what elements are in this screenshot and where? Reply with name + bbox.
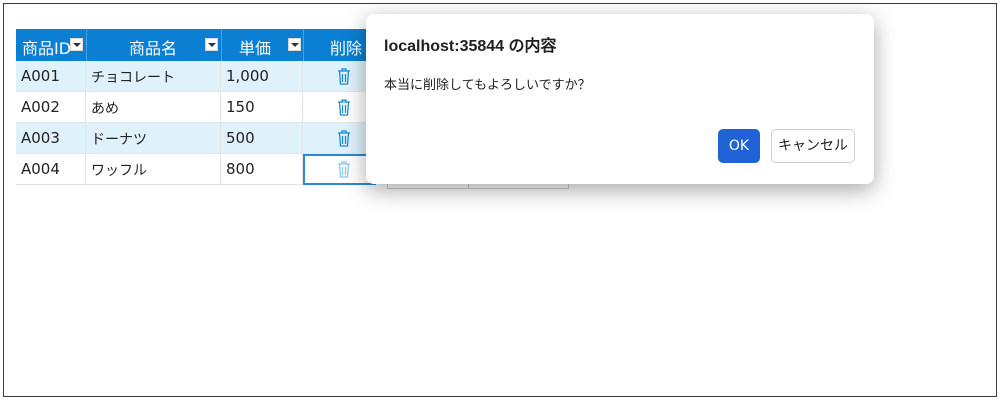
col-header-name-label: 商品名 (129, 39, 178, 58)
trash-icon[interactable] (336, 67, 352, 85)
col-header-price[interactable]: 単価 (221, 29, 304, 61)
confirm-dialog: localhost:35844 の内容 本当に削除してもよろしいですか？ OK … (366, 14, 874, 184)
cell-price[interactable]: 500 (221, 123, 303, 154)
cell-id[interactable]: A004 (16, 154, 86, 185)
cell-name-text: あめ (91, 101, 119, 117)
trash-icon[interactable] (336, 160, 352, 178)
cell-price-text: 800 (226, 160, 255, 178)
col-header-id-label: 商品ID (22, 39, 72, 58)
cell-price[interactable]: 800 (221, 154, 303, 185)
cell-id[interactable]: A001 (16, 61, 86, 92)
cell-id-text: A003 (21, 129, 60, 147)
cell-price[interactable]: 150 (221, 92, 303, 123)
col-header-id[interactable]: 商品ID (16, 29, 86, 61)
cancel-button[interactable]: キャンセル (771, 129, 855, 163)
cell-id-text: A004 (21, 160, 60, 178)
col-header-price-label: 単価 (239, 39, 272, 58)
cell-id-text: A002 (21, 98, 60, 116)
cell-id[interactable]: A002 (16, 92, 86, 123)
cell-name-text: ワッフル (91, 163, 147, 179)
cell-name-text: チョコレート (91, 70, 175, 86)
cell-name[interactable]: ドーナツ (86, 123, 221, 154)
cell-price-text: 150 (226, 98, 255, 116)
trash-icon[interactable] (336, 98, 352, 116)
app-frame: 商品ID 商品名 単価 削除 A001 チョコレート 1,000 A002 あめ… (3, 3, 997, 397)
cell-name-text: ドーナツ (91, 132, 147, 148)
cell-id-text: A001 (21, 67, 60, 85)
cell-name[interactable]: あめ (86, 92, 221, 123)
dropdown-icon[interactable] (205, 38, 218, 51)
cell-id[interactable]: A003 (16, 123, 86, 154)
trash-icon[interactable] (336, 129, 352, 147)
cell-price[interactable]: 1,000 (221, 61, 303, 92)
ok-button[interactable]: OK (718, 129, 760, 163)
cell-price-text: 500 (226, 129, 255, 147)
cell-name[interactable]: チョコレート (86, 61, 221, 92)
dropdown-icon[interactable] (288, 38, 301, 51)
dropdown-icon[interactable] (70, 38, 83, 51)
col-header-name[interactable]: 商品名 (86, 29, 222, 61)
cell-price-text: 1,000 (226, 67, 269, 85)
product-grid: 商品ID 商品名 単価 削除 A001 チョコレート 1,000 A002 あめ… (16, 29, 377, 189)
col-header-delete-label: 削除 (330, 39, 363, 58)
dialog-message: 本当に削除してもよろしいですか？ (384, 78, 591, 93)
cell-name[interactable]: ワッフル (86, 154, 221, 185)
dialog-title: localhost:35844 の内容 (384, 38, 557, 55)
